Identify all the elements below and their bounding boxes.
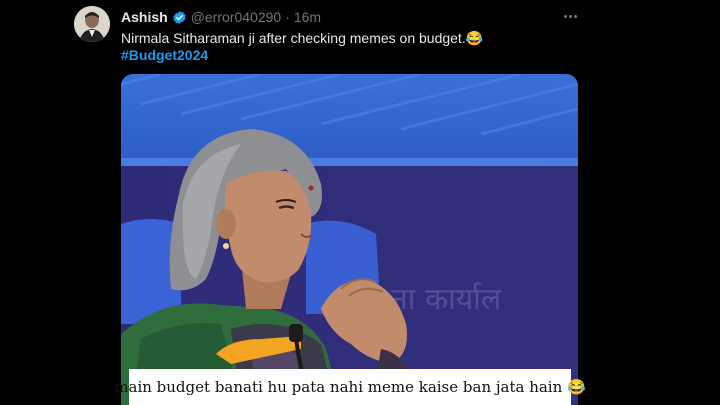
avatar[interactable] <box>74 6 110 42</box>
tweet[interactable]: Ashish @error040290 · 16m Nirmala Sithar… <box>0 0 720 405</box>
more-options-icon[interactable] <box>560 8 580 24</box>
handle[interactable]: @error040290 <box>191 9 282 25</box>
meme-photo: ना कार्याल <box>121 74 578 405</box>
display-name[interactable]: Ashish <box>121 9 168 25</box>
meme-caption: main budget banati hu pata nahi meme kai… <box>114 378 586 396</box>
hashtag-link[interactable]: #Budget2024 <box>121 46 208 64</box>
timestamp[interactable]: 16m <box>294 9 321 25</box>
backdrop-text: ना कार्याल <box>391 282 502 317</box>
separator: · <box>285 9 290 25</box>
verified-badge-icon <box>172 10 187 25</box>
tweet-text: Nirmala Sitharaman ji after checking mem… <box>121 30 484 46</box>
tweet-header: Ashish @error040290 · 16m <box>121 8 321 26</box>
meme-caption-box: main budget banati hu pata nahi meme kai… <box>114 369 586 405</box>
tweet-media-image[interactable]: ना कार्याल <box>121 74 578 405</box>
